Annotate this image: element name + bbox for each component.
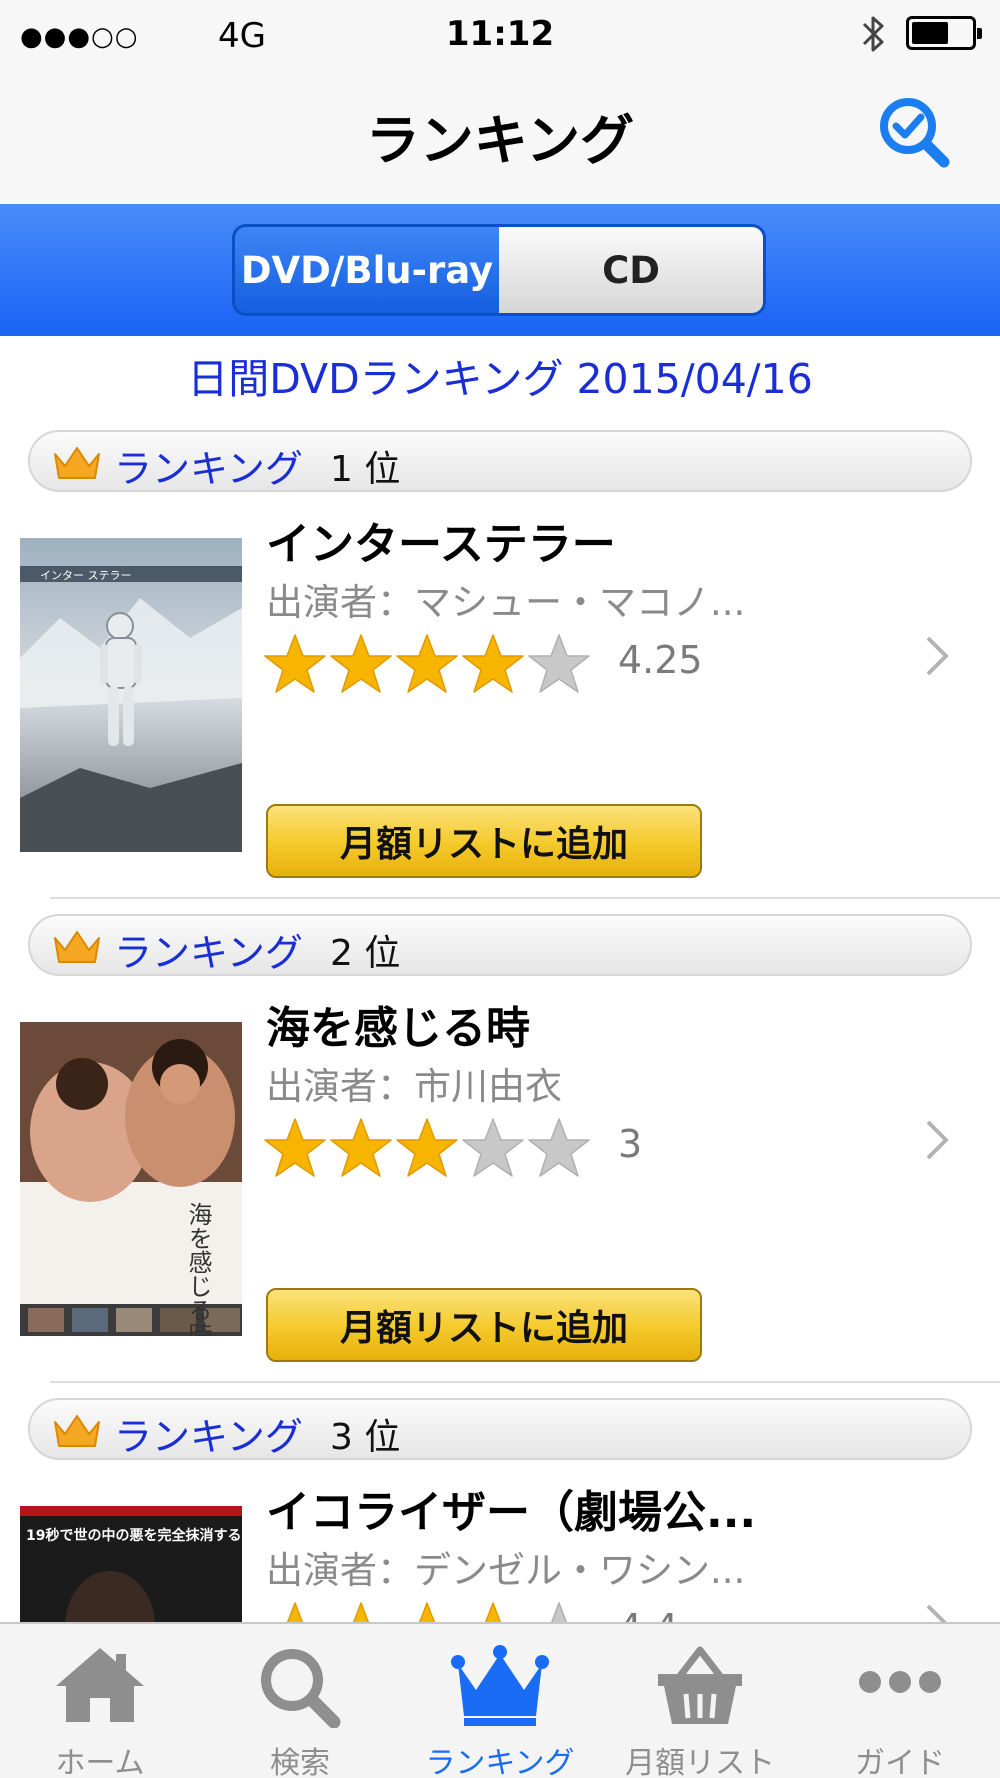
tab-label: 検索 <box>270 1746 330 1778</box>
rating-score: 4.25 <box>618 638 703 682</box>
rank-number: 2 位 <box>330 933 401 974</box>
item-cast: 出演者：マシュー・マコノ... <box>266 581 746 624</box>
item-cast: 出演者：デンゼル・ワシン... <box>266 1549 746 1592</box>
media-segment-control: DVD/Blu-ray CD <box>232 224 766 316</box>
rank-header-1: ランキング 1 位 <box>28 430 972 492</box>
rank-label: ランキング <box>114 1415 303 1459</box>
status-time: 11:12 <box>445 14 555 54</box>
tab-label: ランキング <box>425 1746 575 1778</box>
star-filled-icon <box>330 1118 392 1177</box>
item-title[interactable]: イコライザー（劇場公... <box>266 1476 756 1540</box>
poster-art: インター ステラー <box>20 538 242 852</box>
star-filled-icon <box>264 634 326 693</box>
segment-band: DVD/Blu-ray CD <box>0 204 1000 336</box>
rank-header-3: ランキング 3 位 <box>28 1398 972 1460</box>
tab-search[interactable]: 検索 <box>200 1624 400 1778</box>
chevron-right-icon[interactable] <box>922 634 952 678</box>
search-check-icon[interactable] <box>876 94 952 170</box>
tab-home[interactable]: ホーム <box>0 1624 200 1778</box>
crown-icon <box>54 1415 100 1447</box>
rating-score: 3 <box>618 1122 643 1166</box>
poster-title-text: インター ステラー <box>40 569 132 582</box>
poster-title-text: 19秒で世の中の悪を完全抹消する <box>26 1527 241 1544</box>
item-title[interactable]: 海を感じる時 <box>266 992 530 1056</box>
segment-cd[interactable]: CD <box>499 227 763 313</box>
basket-icon <box>658 1646 742 1724</box>
star-empty-icon <box>528 1118 590 1177</box>
poster-title-text: 海を感じる時 <box>184 1202 212 1336</box>
crown-icon <box>451 1645 549 1726</box>
divider <box>50 1381 1000 1383</box>
poster-umi-wo-kanjiru-toki[interactable]: 海を感じる時 <box>20 1022 242 1336</box>
tab-guide[interactable]: ガイド <box>800 1624 1000 1778</box>
poster-art: 海を感じる時 <box>20 1022 242 1336</box>
poster-interstellar[interactable]: インター ステラー <box>20 538 242 852</box>
crown-icon <box>54 931 100 963</box>
battery-icon <box>906 16 982 50</box>
tab-ranking[interactable]: ランキング <box>400 1624 600 1778</box>
star-filled-icon <box>330 634 392 693</box>
star-filled-icon <box>462 634 524 693</box>
tab-bar: ホーム 検索 ランキング 月額リスト ガイド <box>0 1622 1000 1778</box>
chevron-right-icon[interactable] <box>922 1118 952 1162</box>
rating-stars <box>262 1116 592 1180</box>
search-icon <box>261 1649 341 1728</box>
add-to-monthly-list-button[interactable]: 月額リストに追加 <box>266 1288 702 1362</box>
nav-bar: ランキング <box>0 68 1000 204</box>
item-title[interactable]: インターステラー <box>266 508 616 572</box>
ranking-date-title: 日間DVDランキング 2015/04/16 <box>187 355 813 403</box>
more-dots-icon <box>859 1671 941 1693</box>
star-empty-icon <box>528 634 590 693</box>
rank-label: ランキング <box>114 447 303 491</box>
star-filled-icon <box>396 1118 458 1177</box>
tab-label: ホーム <box>55 1746 145 1778</box>
rating-stars <box>262 632 592 696</box>
home-icon <box>56 1648 144 1722</box>
crown-icon <box>54 447 100 479</box>
segment-dvd-bluray[interactable]: DVD/Blu-ray <box>235 227 499 313</box>
page-title: ランキング <box>365 109 635 172</box>
divider <box>50 897 1000 899</box>
tab-monthly-list[interactable]: 月額リスト <box>600 1624 800 1778</box>
tab-label: ガイド <box>855 1746 945 1778</box>
bluetooth-icon <box>862 16 884 52</box>
item-cast: 出演者：市川由衣 <box>266 1065 562 1108</box>
star-filled-icon <box>264 1118 326 1177</box>
star-empty-icon <box>462 1118 524 1177</box>
star-filled-icon <box>396 634 458 693</box>
rank-number: 1 位 <box>330 449 401 490</box>
status-bar: ●●●○○ 4G 11:12 <box>0 0 1000 68</box>
rank-header-2: ランキング 2 位 <box>28 914 972 976</box>
rank-number: 3 位 <box>330 1417 401 1458</box>
tab-label: 月額リスト <box>625 1746 775 1778</box>
rank-label: ランキング <box>114 931 303 975</box>
add-to-monthly-list-button[interactable]: 月額リストに追加 <box>266 804 702 878</box>
